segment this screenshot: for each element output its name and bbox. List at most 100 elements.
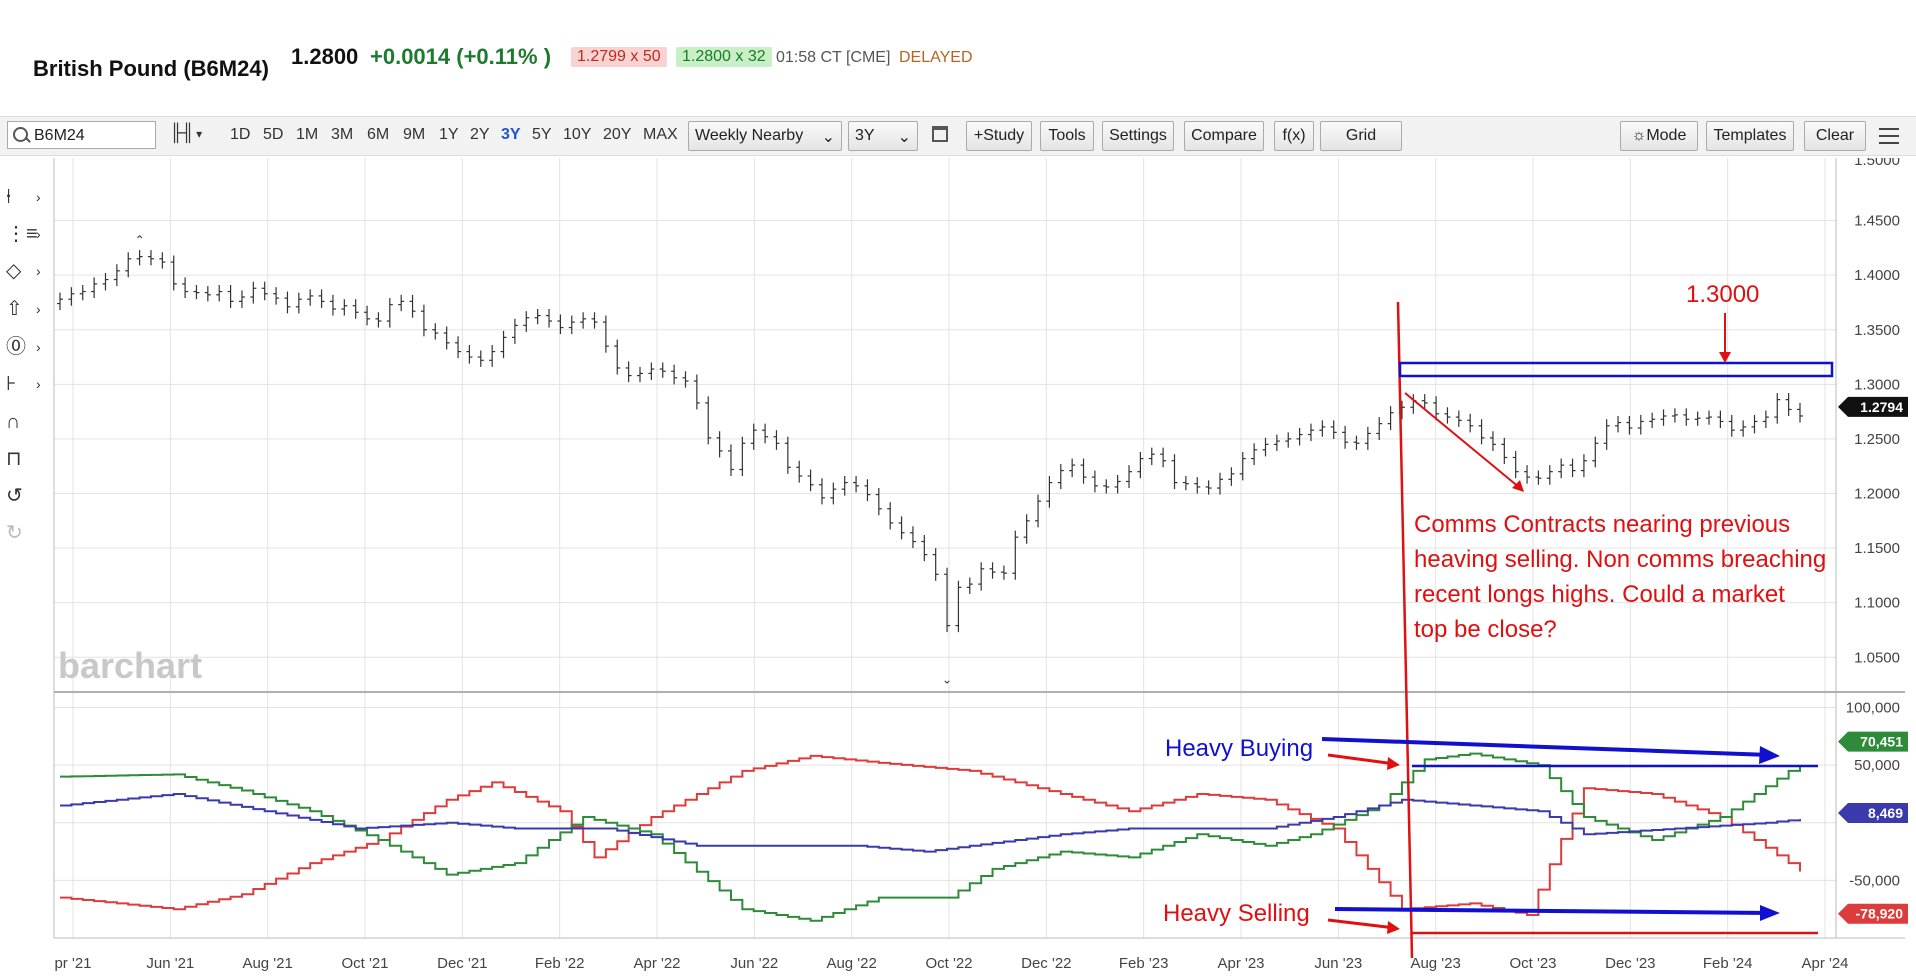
price-tick-label: 1.4500 (1854, 213, 1900, 230)
price-bar (1137, 452, 1144, 479)
x-tick-label: Oct '22 (925, 955, 972, 972)
price-bar (204, 286, 211, 302)
high-marker: ⌃ (135, 233, 145, 247)
price-bar (1171, 454, 1178, 490)
price-bar (1285, 432, 1292, 448)
price-bar (1217, 472, 1223, 495)
heavy-buying-label: Heavy Buying (1165, 735, 1313, 762)
price-bar (295, 292, 302, 314)
price-bar (375, 312, 382, 328)
price-bar (1501, 437, 1508, 465)
resistance-box (1398, 361, 1834, 378)
price-bar (1080, 458, 1087, 484)
cot-tick-label: 50,000 (1854, 757, 1900, 774)
period-9m[interactable]: 9M (403, 126, 425, 144)
period-5d[interactable]: 5D (263, 126, 283, 144)
price-bar (1717, 410, 1724, 428)
x-tick-label: Aug '22 (826, 955, 876, 972)
price-bar (511, 318, 518, 344)
barchart-watermark: barchart (58, 645, 202, 686)
symbol-input[interactable] (32, 124, 156, 148)
price-bar (79, 284, 86, 301)
price-bar (625, 361, 632, 383)
aggregation-select[interactable]: Weekly Nearby ⌄ (688, 121, 842, 151)
compare-button[interactable]: Compare (1184, 121, 1264, 151)
templates-button[interactable]: Templates (1706, 121, 1794, 151)
period-1y[interactable]: 1Y (439, 126, 459, 144)
period-max[interactable]: MAX (643, 126, 678, 144)
study-button[interactable]: +Study (966, 121, 1032, 151)
calendar-icon[interactable] (932, 126, 948, 142)
x-tick-label: Oct '21 (341, 955, 388, 972)
low-marker: ⌄ (942, 673, 952, 687)
symbol-search[interactable] (7, 121, 156, 149)
mode-button[interactable]: ☼Mode (1620, 121, 1698, 151)
price-bar (216, 284, 223, 302)
period-2y[interactable]: 2Y (470, 126, 490, 144)
buying-red-arrow-head (1387, 757, 1400, 770)
price-bar (807, 469, 814, 492)
down-arrow (1404, 392, 1521, 489)
settings-button[interactable]: Settings (1102, 121, 1174, 151)
period-10y[interactable]: 10Y (563, 126, 591, 144)
period-1m[interactable]: 1M (296, 126, 318, 144)
price-bar (1535, 470, 1542, 485)
large-specs-badge: 70,451 (1838, 731, 1908, 752)
price-tick-label: 1.2500 (1854, 431, 1900, 448)
price-bar (170, 255, 177, 291)
price-bar (1046, 476, 1053, 508)
range-value: 3Y (855, 127, 875, 144)
period-1d[interactable]: 1D (230, 126, 250, 144)
price-bar (1637, 414, 1644, 435)
price-bar (1660, 409, 1667, 426)
price-tick-label: 1.0500 (1854, 649, 1900, 666)
price-bar (818, 478, 825, 505)
price-bar (1387, 406, 1394, 431)
range-select[interactable]: 3Y ⌄ (848, 121, 918, 151)
grid-button[interactable]: Grid (1320, 121, 1402, 151)
price-bar (477, 350, 484, 367)
price-bar (1364, 426, 1371, 450)
price-bar (193, 284, 200, 300)
price-bar (898, 516, 905, 540)
search-icon (13, 127, 28, 142)
note-line: heaving selling. Non comms breaching (1414, 546, 1826, 573)
price-bar (1160, 447, 1167, 468)
fx-button[interactable]: f(x) (1274, 121, 1314, 151)
price-bar (1103, 479, 1110, 494)
price-bar (57, 292, 63, 311)
period-6m[interactable]: 6M (367, 126, 389, 144)
price-bar (1012, 530, 1019, 580)
tools-button[interactable]: Tools (1040, 121, 1094, 151)
mode-label: Mode (1646, 127, 1687, 144)
chevron-down-icon: ▾ (196, 127, 203, 141)
vertical-red-line (1396, 301, 1414, 959)
clear-button[interactable]: Clear (1804, 121, 1866, 151)
price-bar (955, 580, 962, 633)
x-tick-label: Dec '23 (1605, 955, 1655, 972)
price-bar (1489, 431, 1496, 451)
price-bar (1728, 414, 1735, 437)
period-3y[interactable]: 3Y (501, 126, 521, 144)
price-chart[interactable]: barchart 1.4500 1.4000 1.3500 1.3000 1.2500 1… (0, 158, 1916, 979)
period-5y[interactable]: 5Y (532, 126, 552, 144)
menu-icon[interactable] (1879, 128, 1899, 144)
price-bar (671, 364, 678, 385)
level-arrow-head (1719, 352, 1731, 363)
price-bar (261, 281, 268, 301)
price-bar (1057, 464, 1064, 490)
price-bar (1683, 408, 1690, 426)
small-specs-badge-text: 8,469 (1868, 805, 1903, 821)
chart-type-button[interactable]: ╟╢ ▾ (170, 123, 202, 143)
price-bar (1797, 402, 1803, 423)
commercials-badge: -78,920 (1838, 903, 1908, 924)
large-specs-badge-text: 70,451 (1860, 734, 1903, 750)
period-3m[interactable]: 3M (331, 126, 353, 144)
heavy-selling-label: Heavy Selling (1163, 900, 1310, 927)
price-bar (1762, 410, 1769, 428)
period-20y[interactable]: 20Y (603, 126, 631, 144)
price-bar (1785, 393, 1792, 416)
x-tick-label: Feb '22 (535, 955, 585, 972)
price-tick-label-top: 1.5000 (1854, 158, 1900, 169)
ask-badge: 1.2800 x 32 (676, 47, 772, 67)
